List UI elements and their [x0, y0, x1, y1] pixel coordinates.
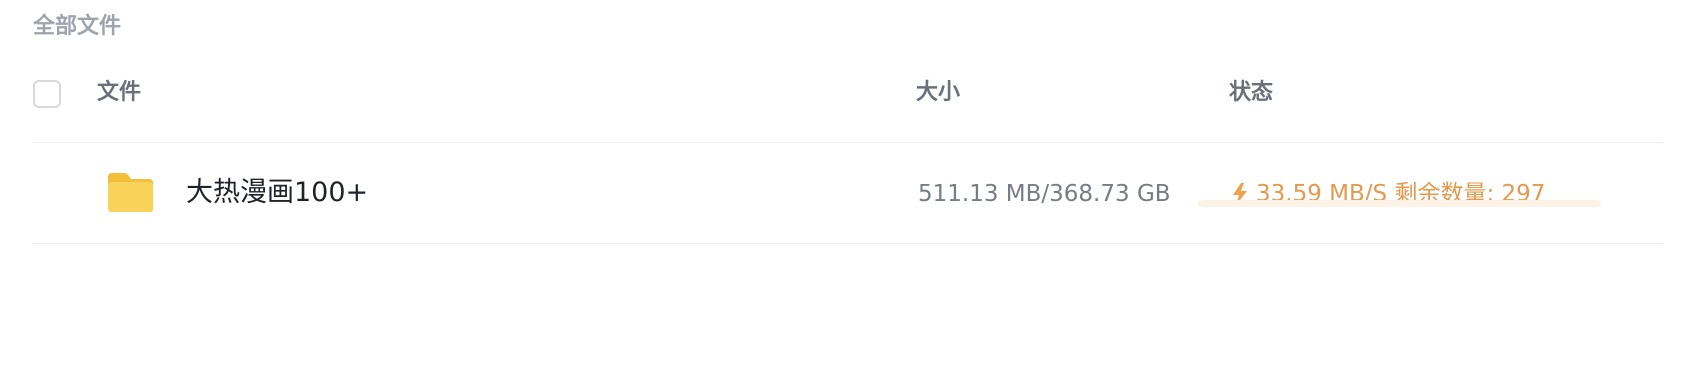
table-header: 文件 大小 状态	[33, 72, 1663, 124]
row-divider	[33, 243, 1663, 244]
folder-icon	[108, 173, 153, 212]
file-size: 511.13 MB/368.73 GB	[918, 181, 1171, 207]
column-header-size[interactable]: 大小	[916, 78, 960, 108]
transfer-progress-fill	[1199, 200, 1200, 207]
select-all-checkbox[interactable]	[33, 80, 61, 108]
column-header-file[interactable]: 文件	[97, 78, 141, 108]
breadcrumb[interactable]: 全部文件	[33, 12, 121, 42]
column-header-status: 状态	[1229, 80, 1274, 105]
transfer-progress-bar	[1199, 200, 1601, 207]
table-row[interactable]: 大热漫画100+ 511.13 MB/368.73 GB 33.59 MB/S …	[33, 143, 1663, 239]
file-name[interactable]: 大热漫画100+	[186, 175, 368, 211]
